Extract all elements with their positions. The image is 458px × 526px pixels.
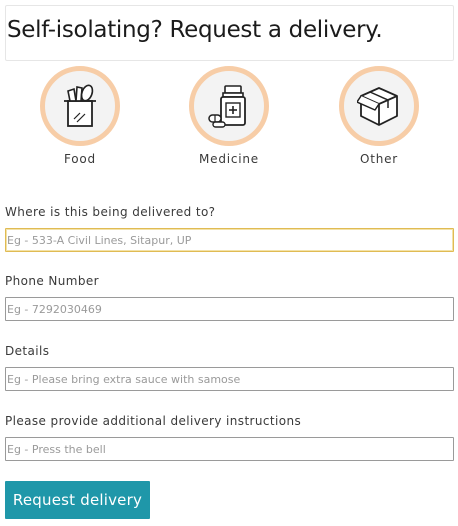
page-title: Self-isolating? Request a delivery. xyxy=(7,17,383,43)
category-medicine-label: Medicine xyxy=(198,152,259,166)
request-delivery-button[interactable]: Request delivery xyxy=(5,481,150,519)
category-medicine-circle[interactable] xyxy=(189,66,269,146)
title-card: Self-isolating? Request a delivery. xyxy=(5,5,454,61)
details-input[interactable] xyxy=(5,367,454,391)
category-other-label: Other xyxy=(359,152,399,166)
category-food[interactable]: Food xyxy=(30,66,130,166)
category-medicine[interactable]: Medicine xyxy=(179,66,279,166)
phone-label: Phone Number xyxy=(5,274,99,288)
category-food-circle[interactable] xyxy=(40,66,120,146)
phone-input[interactable] xyxy=(5,297,454,321)
instructions-input[interactable] xyxy=(5,437,454,461)
instructions-label: Please provide additional delivery instr… xyxy=(5,414,302,428)
details-label: Details xyxy=(5,344,50,358)
address-label: Where is this being delivered to? xyxy=(5,205,216,219)
category-other[interactable]: Other xyxy=(329,66,429,166)
grocery-bag-icon xyxy=(64,84,96,127)
category-food-label: Food xyxy=(64,152,96,166)
medicine-bottle-icon xyxy=(208,85,246,128)
package-box-icon xyxy=(357,87,398,126)
address-input[interactable] xyxy=(5,228,454,252)
category-other-circle[interactable] xyxy=(339,66,419,146)
